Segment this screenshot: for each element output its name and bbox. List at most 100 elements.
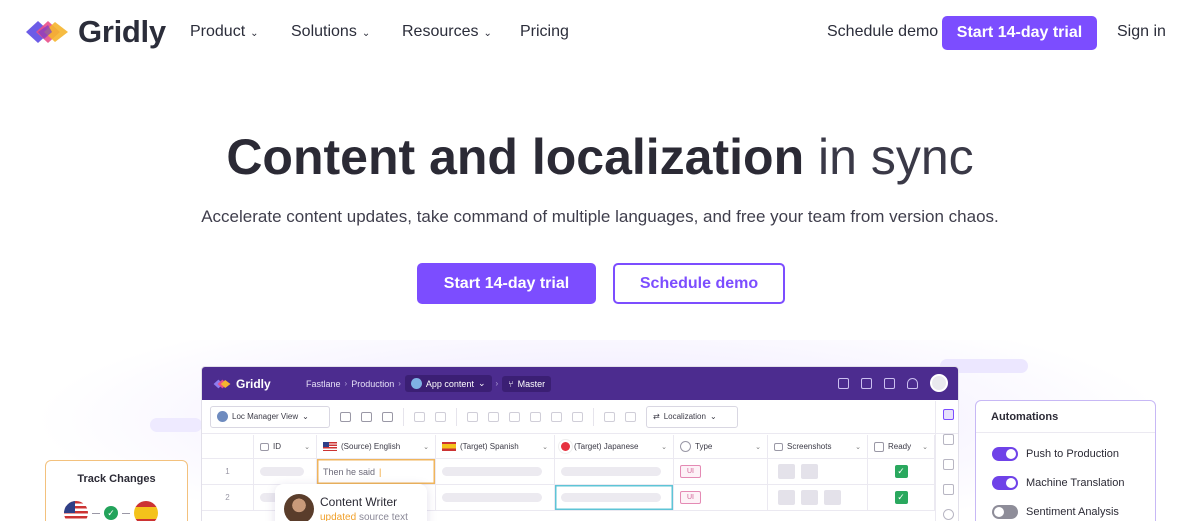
row-number: 2 (202, 485, 254, 510)
nav-pricing[interactable]: Pricing (520, 23, 569, 41)
comment-icon[interactable] (551, 411, 562, 422)
divider (976, 432, 1155, 433)
screenshot-thumbnail[interactable] (778, 490, 795, 505)
ready-cell[interactable]: ✓ (868, 459, 935, 484)
column-header-screenshots[interactable]: Screenshots ⌄ (768, 435, 868, 458)
column-header-target-japanese[interactable]: (Target) Japanese ⌄ (555, 435, 674, 458)
column-header-type[interactable]: Type ⌄ (674, 435, 768, 458)
screenshots-cell[interactable] (768, 485, 868, 510)
user-avatar[interactable] (930, 374, 948, 392)
table-row[interactable]: 1 Then he said | UI ✓ (202, 459, 935, 485)
spanish-cell[interactable] (436, 459, 555, 484)
screenshot-thumbnail[interactable] (801, 490, 818, 505)
grid-selector[interactable]: App content ⌄ (404, 375, 492, 392)
track-changes-card: Track Changes ✓ (45, 460, 188, 521)
view-selector[interactable]: Loc Manager View ⌄ (210, 405, 330, 428)
automation-label: Push to Production (1026, 448, 1119, 460)
toggle-switch[interactable] (992, 505, 1018, 519)
automation-machine-translation[interactable]: Machine Translation (992, 476, 1124, 490)
nav-schedule-demo-link[interactable]: Schedule demo (827, 23, 938, 41)
ready-cell[interactable]: ✓ (868, 485, 935, 510)
chevron-right-icon: › (398, 379, 401, 388)
layout-icon[interactable] (861, 377, 872, 389)
checkmark-icon[interactable]: ✓ (894, 465, 908, 478)
placeholder-text (561, 467, 661, 476)
app-header: Gridly Fastlane › Production › App conte… (202, 367, 958, 400)
column-header-target-spanish[interactable]: (Target) Spanish ⌄ (436, 435, 555, 458)
text-cursor: | (379, 466, 382, 477)
nav-product[interactable]: Product ⌄ (190, 23, 259, 41)
id-cell[interactable] (254, 459, 317, 484)
hero-schedule-demo-button[interactable]: Schedule demo (613, 263, 785, 304)
puzzle-icon[interactable] (838, 377, 849, 389)
connector-line (122, 512, 130, 514)
nav-resources[interactable]: Resources ⌄ (402, 23, 492, 41)
gridly-logo-icon (26, 21, 68, 43)
writer-status-highlight: updated (320, 512, 357, 521)
breadcrumb-item[interactable]: Production (351, 379, 394, 389)
localization-selector[interactable]: ⇄ Localization ⌄ (646, 405, 738, 428)
brand-name: Gridly (78, 14, 166, 49)
japanese-cell[interactable] (555, 459, 674, 484)
writer-name: Content Writer (320, 495, 398, 509)
link-icon[interactable] (467, 411, 478, 422)
freeze-icon[interactable] (435, 411, 446, 422)
brand-logo[interactable]: Gridly (24, 14, 166, 50)
chevron-down-icon: ⌄ (361, 27, 371, 39)
toolbar-divider (403, 407, 404, 426)
column-header-ready[interactable]: Ready ⌄ (868, 435, 935, 458)
chevron-down-icon: ⌄ (477, 378, 486, 388)
grid-header-row: ID ⌄ (Source) English ⌄ (Target) Spanish ⌄ … (202, 435, 935, 459)
columns-icon[interactable] (340, 411, 351, 422)
nav-solutions[interactable]: Solutions ⌄ (291, 23, 370, 41)
row-height-icon[interactable] (414, 411, 425, 422)
chevron-down-icon: ⌄ (250, 27, 259, 39)
bracket-icon[interactable] (942, 434, 954, 445)
checkbox-icon (874, 441, 884, 452)
history-icon[interactable] (572, 411, 583, 422)
screenshot-thumbnail[interactable] (824, 490, 841, 505)
automation-push-to-production[interactable]: Push to Production (992, 447, 1119, 461)
screenshot-thumbnail[interactable] (778, 464, 795, 479)
screenshots-cell[interactable] (768, 459, 868, 484)
export-icon[interactable] (625, 411, 636, 422)
bell-icon[interactable] (907, 377, 918, 389)
download-icon[interactable] (604, 411, 615, 422)
nav-sign-in-link[interactable]: Sign in (1117, 23, 1166, 41)
localization-label: Localization (663, 412, 706, 421)
folder-icon[interactable] (488, 411, 499, 422)
breadcrumb-item[interactable]: Fastlane (306, 379, 341, 389)
paint-icon[interactable] (509, 411, 520, 422)
automation-sentiment-analysis[interactable]: Sentiment Analysis (992, 505, 1119, 519)
hero-start-trial-button[interactable]: Start 14-day trial (417, 263, 596, 304)
settings-icon[interactable] (942, 509, 954, 520)
column-label: ID (273, 442, 281, 451)
nav-start-trial-button[interactable]: Start 14-day trial (942, 16, 1097, 50)
decor-bar (150, 418, 202, 432)
screenshot-thumbnail[interactable] (801, 464, 818, 479)
column-header-id[interactable]: ID ⌄ (254, 435, 317, 458)
toggle-switch[interactable] (992, 447, 1018, 461)
status-column-icon (680, 441, 691, 452)
gridly-logo-icon (213, 379, 231, 388)
type-cell[interactable]: UI (674, 485, 768, 510)
record-icon[interactable] (942, 484, 954, 495)
branch-icon: ⑂ (508, 378, 514, 389)
branch-selector[interactable]: ⑂ Master (502, 375, 552, 392)
app-toolbar: Loc Manager View ⌄ ⇄ Localization ⌄ (202, 400, 958, 434)
type-cell[interactable]: UI (674, 459, 768, 484)
source-english-cell[interactable]: Then he said | (317, 459, 436, 484)
top-nav: Gridly Product ⌄ Solutions ⌄ Resources ⌄ Pr… (0, 0, 1200, 66)
magic-wand-icon[interactable] (942, 409, 954, 420)
japanese-cell[interactable] (555, 485, 674, 510)
user-icon[interactable] (942, 459, 954, 470)
track-changes-flow: ✓ (64, 501, 158, 521)
document-icon[interactable] (884, 377, 895, 389)
bracket-icon[interactable] (530, 411, 541, 422)
sort-icon[interactable] (382, 411, 393, 422)
filter-icon[interactable] (361, 411, 372, 422)
spanish-cell[interactable] (436, 485, 555, 510)
column-header-source-english[interactable]: (Source) English ⌄ (317, 435, 436, 458)
toggle-switch[interactable] (992, 476, 1018, 490)
checkmark-icon[interactable]: ✓ (894, 491, 908, 504)
